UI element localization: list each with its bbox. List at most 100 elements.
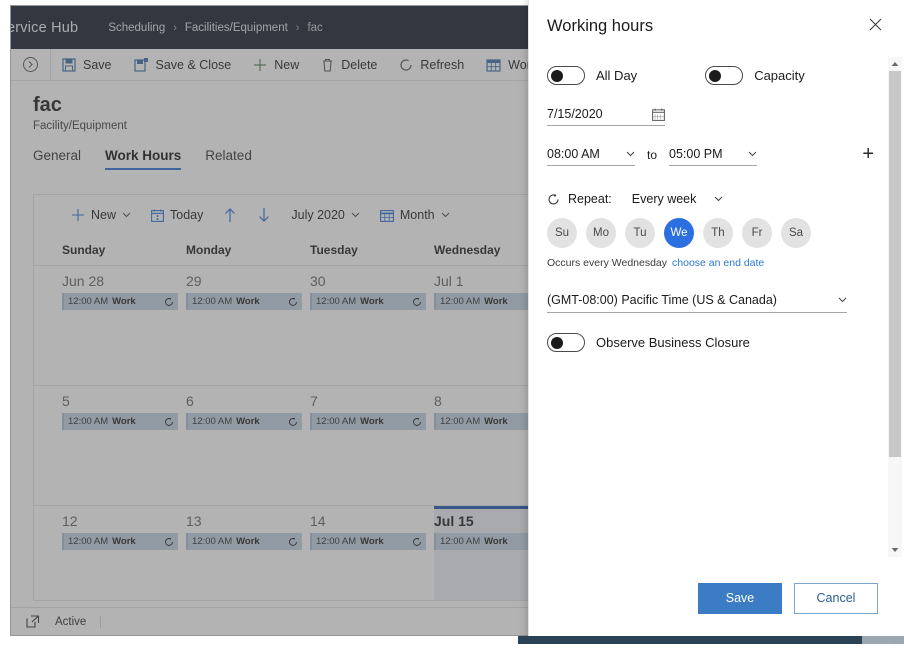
save-button[interactable]: Save — [698, 582, 782, 614]
calendar-next-button[interactable] — [248, 200, 280, 230]
weekday-pill-tu[interactable]: Tu — [625, 218, 655, 248]
calendar-icon[interactable] — [652, 108, 665, 121]
calendar-event[interactable]: 12:00 AM Work — [186, 413, 302, 430]
calendar-event[interactable]: 12:00 AM Work — [186, 533, 302, 550]
popout-icon[interactable] — [11, 615, 55, 628]
save-button-label: Save — [83, 57, 112, 72]
chevron-down-icon — [441, 211, 450, 220]
panel-scrollbar[interactable] — [888, 57, 902, 557]
day-header-sunday: Sunday — [62, 243, 106, 257]
scrollbar-thumb[interactable] — [889, 71, 901, 457]
calendar-event[interactable]: 12:00 AM Work — [62, 533, 178, 550]
app-brand[interactable]: ervice Hub — [11, 20, 78, 36]
recurrence-icon — [164, 297, 174, 307]
weekday-pill-fr[interactable]: Fr — [742, 218, 772, 248]
arrow-down-icon — [257, 207, 271, 223]
plus-icon — [71, 208, 85, 222]
new-button[interactable]: New — [242, 49, 310, 80]
event-label: Work — [236, 536, 260, 547]
event-time: 12:00 AM — [192, 296, 233, 307]
calendar-new-button[interactable]: New — [62, 200, 140, 230]
observe-business-closure-toggle[interactable] — [547, 333, 585, 352]
breadcrumb-item-fac[interactable]: fac — [307, 22, 322, 34]
calendar-period-selector[interactable]: July 2020 — [282, 200, 369, 230]
taskbar-segment-dark — [518, 636, 862, 644]
calendar-day-cell[interactable]: 14 12:00 AM Work — [310, 506, 434, 600]
month-view-icon — [379, 209, 394, 222]
breadcrumb-item-scheduling[interactable]: Scheduling — [108, 22, 165, 34]
cell-date-label: 12 — [62, 513, 78, 529]
calendar-day-cell[interactable]: 13 12:00 AM Work — [186, 506, 310, 600]
calendar-view-selector[interactable]: Month — [371, 200, 459, 230]
event-time: 12:00 AM — [68, 416, 109, 427]
panel-footer: Save Cancel — [529, 568, 904, 628]
calendar-event[interactable]: 12:00 AM Work — [62, 413, 178, 430]
event-time: 12:00 AM — [316, 296, 357, 307]
weekday-pill-we[interactable]: We — [664, 218, 694, 248]
event-time: 12:00 AM — [192, 416, 233, 427]
calendar-today-button[interactable]: Today — [142, 200, 212, 230]
save-button[interactable]: Save — [51, 49, 123, 80]
add-time-range-button[interactable]: + — [862, 144, 874, 166]
calendar-day-cell[interactable]: 30 12:00 AM Work — [310, 266, 434, 385]
event-label: Work — [360, 416, 384, 427]
choose-end-date-link[interactable]: choose an end date — [672, 257, 764, 269]
calendar-day-cell[interactable]: 7 12:00 AM Work — [310, 386, 434, 505]
scroll-up-arrow-icon[interactable] — [888, 57, 902, 71]
breadcrumb-item-facilities[interactable]: Facilities/Equipment — [185, 22, 288, 34]
date-field[interactable]: 7/15/2020 — [547, 107, 665, 126]
repeat-icon — [547, 193, 560, 206]
refresh-button[interactable]: Refresh — [388, 49, 475, 80]
weekday-pill-sa[interactable]: Sa — [781, 218, 811, 248]
cancel-button[interactable]: Cancel — [794, 582, 878, 614]
tab-general[interactable]: General — [33, 148, 81, 170]
calendar-event[interactable]: 12:00 AM Work — [310, 533, 426, 550]
recurrence-icon — [412, 537, 422, 547]
observe-business-closure-group[interactable]: Observe Business Closure — [547, 333, 874, 352]
cell-date-label: 7 — [310, 393, 318, 409]
toggle-knob — [551, 337, 563, 349]
calendar-day-cell[interactable]: 5 12:00 AM Work — [62, 386, 186, 505]
day-header-monday: Monday — [186, 243, 232, 257]
scroll-down-arrow-icon[interactable] — [888, 543, 902, 557]
weekday-pill-su[interactable]: Su — [547, 218, 577, 248]
calendar-event[interactable]: 12:00 AM Work — [186, 293, 302, 310]
capacity-toggle[interactable] — [705, 66, 744, 85]
start-time-field[interactable]: 08:00 AM — [547, 147, 635, 166]
delete-button[interactable]: Delete — [310, 49, 388, 80]
event-label: Work — [236, 416, 260, 427]
capacity-toggle-group[interactable]: Capacity — [705, 66, 805, 85]
close-icon[interactable] — [865, 14, 886, 38]
timezone-select[interactable]: (GMT-08:00) Pacific Time (US & Canada) — [547, 293, 847, 313]
day-header-tuesday: Tuesday — [310, 243, 358, 257]
calendar-day-cell[interactable]: 29 12:00 AM Work — [186, 266, 310, 385]
chevron-down-icon — [748, 149, 757, 159]
calendar-prev-button[interactable] — [214, 200, 246, 230]
all-day-toggle[interactable] — [547, 66, 585, 85]
tab-work-hours[interactable]: Work Hours — [105, 148, 182, 170]
event-label: Work — [484, 536, 508, 547]
event-time: 12:00 AM — [440, 536, 481, 547]
all-day-toggle-group[interactable]: All Day — [547, 66, 637, 85]
recurrence-icon — [164, 417, 174, 427]
chevron-down-icon[interactable] — [122, 211, 131, 220]
today-calendar-icon — [151, 209, 164, 222]
calendar-day-cell[interactable]: 6 12:00 AM Work — [186, 386, 310, 505]
timezone-value: (GMT-08:00) Pacific Time (US & Canada) — [547, 293, 777, 307]
calendar-event[interactable]: 12:00 AM Work — [310, 293, 426, 310]
repeat-frequency-value[interactable]: Every week — [632, 192, 697, 206]
tab-related[interactable]: Related — [205, 148, 252, 170]
weekday-pill-th[interactable]: Th — [703, 218, 733, 248]
calendar-day-cell[interactable]: 12 12:00 AM Work — [62, 506, 186, 600]
repeat-label: Repeat: — [568, 192, 612, 206]
chevron-down-icon[interactable] — [714, 194, 723, 204]
end-time-field[interactable]: 05:00 PM — [669, 147, 758, 166]
breadcrumb-separator-icon: › — [173, 21, 177, 34]
back-circle-icon[interactable] — [11, 49, 51, 80]
calendar-event[interactable]: 12:00 AM Work — [310, 413, 426, 430]
weekday-pill-mo[interactable]: Mo — [586, 218, 616, 248]
save-icon — [62, 57, 76, 72]
save-and-close-button[interactable]: Save & Close — [123, 49, 243, 80]
calendar-event[interactable]: 12:00 AM Work — [62, 293, 178, 310]
calendar-day-cell[interactable]: Jun 28 12:00 AM Work — [62, 266, 186, 385]
